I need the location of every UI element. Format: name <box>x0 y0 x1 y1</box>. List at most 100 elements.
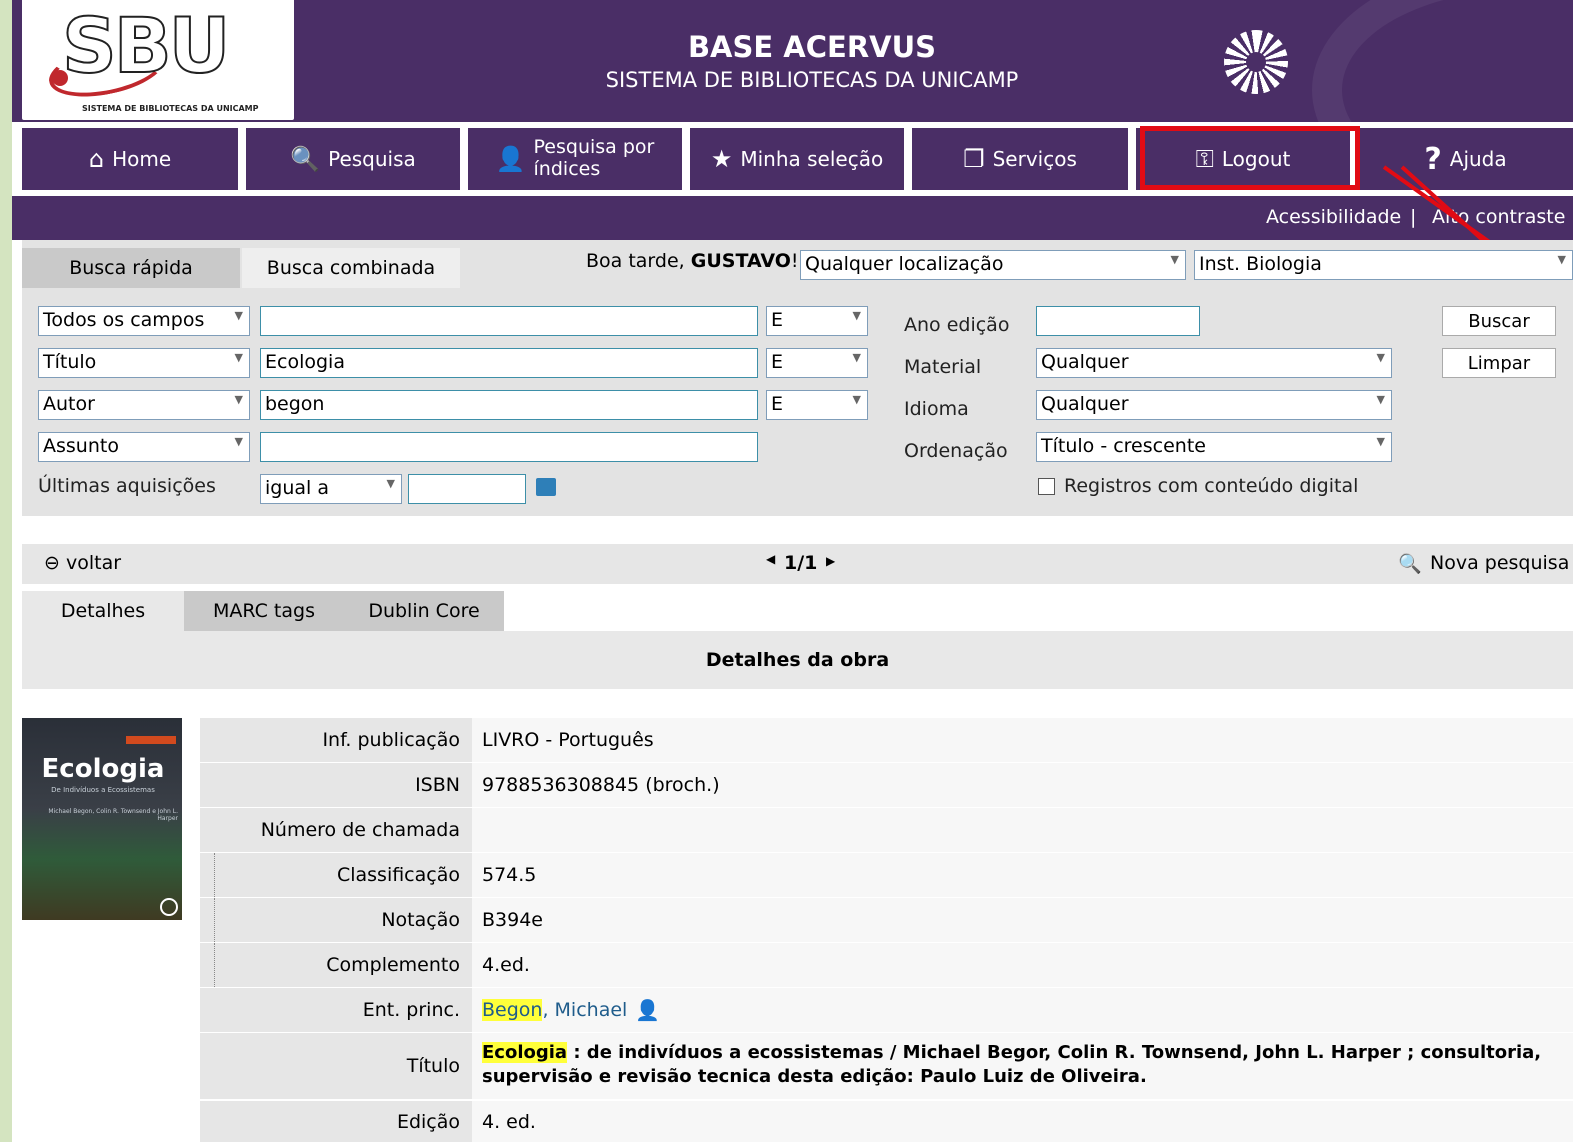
limpar-button[interactable]: Limpar <box>1442 348 1556 378</box>
search-input-3[interactable]: begon <box>260 390 758 420</box>
nav-indices[interactable]: 👤 Pesquisa por índices <box>468 128 682 190</box>
search-icon: 🔍 <box>290 145 321 173</box>
nav-servicos[interactable]: ❐ Serviços <box>912 128 1128 190</box>
site-header: SBU SISTEMA DE BIBLIOTECAS DA UNICAMP BA… <box>12 0 1573 122</box>
record-label: Inf. publicação <box>200 718 472 762</box>
record-value: 4.ed. <box>472 943 1573 987</box>
caret-icon: ▼ <box>1557 253 1566 266</box>
tree-line <box>214 898 231 942</box>
record-label: ISBN <box>200 763 472 807</box>
record-value-title: Ecologia : de indivíduos a ecossistemas … <box>472 1033 1573 1099</box>
tab-detalhes[interactable]: Detalhes <box>22 591 184 631</box>
buscar-button[interactable]: Buscar <box>1442 306 1556 336</box>
tab-dublin-core[interactable]: Dublin Core <box>344 591 504 631</box>
material-value: Qualquer <box>1041 351 1129 373</box>
operator-select-3[interactable]: E ▼ <box>766 390 868 420</box>
calendar-icon[interactable] <box>536 478 556 496</box>
nav-pesquisa-label: Pesquisa <box>328 147 416 171</box>
logo-text: SBU <box>61 1 231 90</box>
caret-icon: ▼ <box>852 309 861 322</box>
ultimas-op-value: igual a <box>265 477 329 499</box>
caret-icon: ▼ <box>234 435 243 448</box>
record-row: Classificação 574.5 <box>200 853 1573 898</box>
author-name-link[interactable]: , Michael <box>542 999 627 1021</box>
ultimas-op-select[interactable]: igual a ▼ <box>260 474 402 504</box>
field-select-3[interactable]: Autor ▼ <box>38 390 250 420</box>
record-label: Título <box>200 1033 472 1099</box>
nav-indices-line2: índices <box>533 158 601 180</box>
publisher-logo-icon <box>160 898 178 916</box>
idioma-select[interactable]: Qualquer ▼ <box>1036 390 1392 420</box>
record-label-text: Notação <box>381 909 460 931</box>
nav-indices-label: Pesquisa por índices <box>533 136 655 181</box>
sbu-logo[interactable]: SBU SISTEMA DE BIBLIOTECAS DA UNICAMP <box>22 0 294 120</box>
prev-page-icon[interactable]: ◀ <box>766 552 775 566</box>
book-cover[interactable]: Ecologia De Indivíduos a Ecossistemas Mi… <box>22 718 182 920</box>
operator-select-2[interactable]: E ▼ <box>766 348 868 378</box>
operator-value: E <box>771 351 784 373</box>
nav-pesquisa[interactable]: 🔍 Pesquisa <box>246 128 460 190</box>
person-icon[interactable]: 👤 <box>635 998 660 1022</box>
ano-label: Ano edição <box>904 314 1010 336</box>
field-select-4[interactable]: Assunto ▼ <box>38 432 250 462</box>
material-select[interactable]: Qualquer ▼ <box>1036 348 1392 378</box>
tab-busca-rapida[interactable]: Busca rápida <box>22 248 240 288</box>
unicamp-emblem-icon <box>1224 30 1288 94</box>
ordenacao-select[interactable]: Título - crescente ▼ <box>1036 432 1392 462</box>
pager-label: 1/1 <box>784 552 818 574</box>
digital-checkbox[interactable] <box>1038 478 1055 495</box>
field-select-value: Autor <box>43 393 95 415</box>
search-input-1[interactable] <box>260 306 758 336</box>
search-input-2[interactable]: Ecologia <box>260 348 758 378</box>
record-value: 9788536308845 (broch.) <box>472 763 1573 807</box>
search-again-icon[interactable]: 🔍 <box>1398 552 1422 575</box>
title-highlight: Ecologia <box>482 1042 568 1063</box>
cover-authors: Michael Begon, Colin R. Townsend e John … <box>48 808 178 822</box>
library-select[interactable]: Inst. Biologia ▼ <box>1194 250 1573 280</box>
field-select-2[interactable]: Título ▼ <box>38 348 250 378</box>
tree-line <box>214 943 231 987</box>
result-nav: ⊖ voltar ◀ 1/1 ▶ 🔍 Nova pesquisa <box>22 544 1573 584</box>
user-name: GUSTAVO <box>690 250 791 272</box>
idioma-value: Qualquer <box>1041 393 1129 415</box>
person-icon: 👤 <box>495 145 526 173</box>
caret-icon: ▼ <box>1376 351 1385 364</box>
caret-icon: ▼ <box>852 351 861 364</box>
nav-minha-selecao[interactable]: ★ Minha seleção <box>690 128 904 190</box>
ultimas-date-input[interactable] <box>408 474 526 504</box>
field-select-value: Assunto <box>43 435 119 457</box>
voltar-link[interactable]: voltar <box>66 552 121 574</box>
field-select-1[interactable]: Todos os campos ▼ <box>38 306 250 336</box>
author-surname-link[interactable]: Begon <box>482 999 543 1021</box>
nav-home-label: Home <box>112 147 172 171</box>
location-select[interactable]: Qualquer localização ▼ <box>800 250 1186 280</box>
back-arrow-icon[interactable]: ⊖ <box>44 552 60 574</box>
logo-subtitle: SISTEMA DE BIBLIOTECAS DA UNICAMP <box>82 104 259 113</box>
field-select-value: Todos os campos <box>43 309 205 331</box>
record-label-text: Classificação <box>336 864 460 886</box>
record-label: Notação <box>200 898 472 942</box>
ordenacao-label: Ordenação <box>904 440 1008 462</box>
record-row: Título Ecologia : de indivíduos a ecossi… <box>200 1033 1573 1100</box>
ano-input[interactable] <box>1036 306 1200 336</box>
acessibilidade-link[interactable]: Acessibilidade <box>1266 206 1401 228</box>
search-input-4[interactable] <box>260 432 758 462</box>
caret-icon: ▼ <box>1170 253 1179 266</box>
record-value: 4. ed. <box>472 1101 1573 1142</box>
caret-icon: ▼ <box>1376 435 1385 448</box>
next-page-icon[interactable]: ▶ <box>826 554 835 568</box>
record-label: Número de chamada <box>200 808 472 852</box>
record-label: Edição <box>200 1101 472 1142</box>
title-rest-2: supervisão e revisão tecnica desta ediçã… <box>482 1066 1147 1088</box>
operator-select-1[interactable]: E ▼ <box>766 306 868 336</box>
record-row: Complemento 4.ed. <box>200 943 1573 988</box>
nova-pesquisa-link[interactable]: Nova pesquisa <box>1430 552 1569 574</box>
cover-subtitle: De Indivíduos a Ecossistemas <box>51 786 155 794</box>
field-select-value: Título <box>43 351 97 373</box>
tab-marc-tags[interactable]: MARC tags <box>184 591 344 631</box>
tab-busca-combinada[interactable]: Busca combinada <box>242 248 460 288</box>
nav-home[interactable]: ⌂ Home <box>22 128 238 190</box>
record-value: LIVRO - Português <box>472 718 1573 762</box>
page: SBU SISTEMA DE BIBLIOTECAS DA UNICAMP BA… <box>12 0 1573 1142</box>
record-row: ISBN 9788536308845 (broch.) <box>200 763 1573 808</box>
